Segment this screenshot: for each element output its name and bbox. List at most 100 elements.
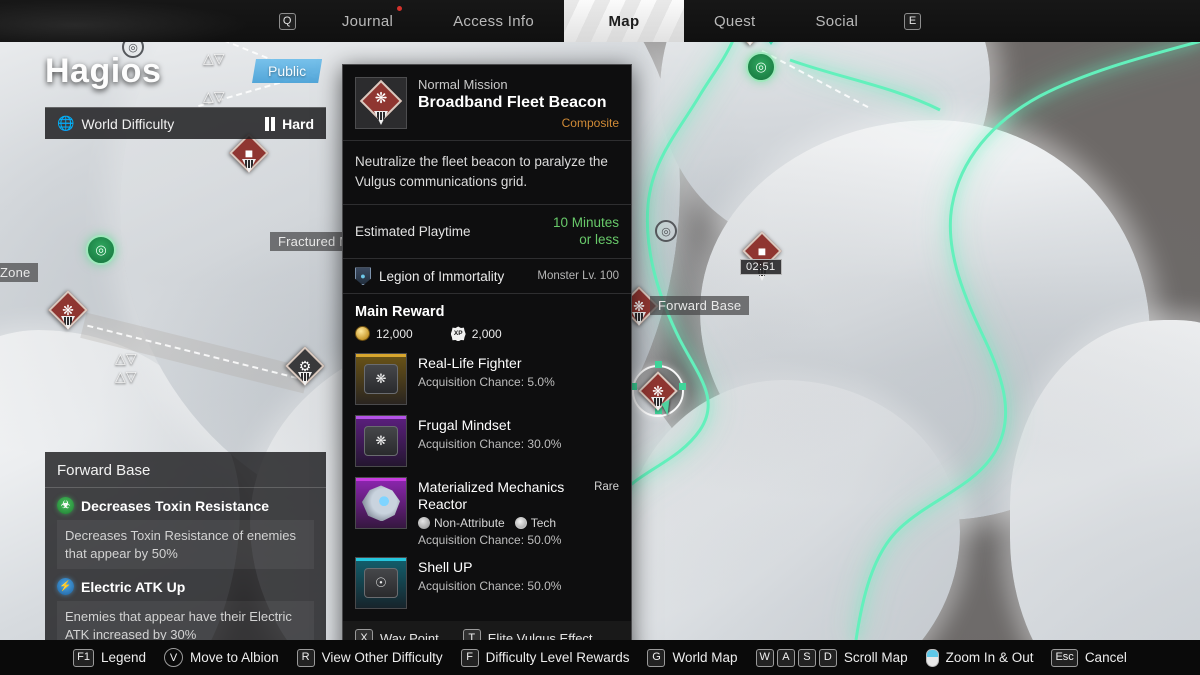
electric-icon: ⚡ <box>57 578 74 596</box>
effect-header-toxin: ☣ Decreases Toxin Resistance <box>45 488 326 520</box>
page-title: Hagios <box>45 52 162 90</box>
currency-amount: 12,000 <box>376 326 413 341</box>
non-attribute-icon <box>418 517 430 530</box>
hint-cancel[interactable]: Esc Cancel <box>1051 648 1127 667</box>
map-marker-neutral[interactable]: ◎ <box>655 220 677 242</box>
tech-icon <box>514 517 527 530</box>
mission-kind: Normal Mission <box>418 77 508 92</box>
mouse-wheel-icon <box>925 648 939 667</box>
rarity-bar <box>356 416 406 420</box>
mission-title-group: Normal Mission Broadband Fleet Beacon Co… <box>418 77 619 130</box>
reward-item[interactable]: Materialized Mechanics Reactor Rare Non-… <box>343 473 631 553</box>
currency-gold: 12,000 <box>355 326 413 342</box>
module-chip-icon: ☉ <box>364 568 398 599</box>
f-keycap: F <box>460 648 479 667</box>
hint-zoom[interactable]: Zoom In & Out <box>925 648 1033 667</box>
mission-name: Broadband Fleet Beacon <box>418 94 607 111</box>
r-keycap: R <box>296 648 315 667</box>
hint-legend[interactable]: F1 Legend <box>73 648 146 667</box>
reward-attributes: Non-Attribute Tech <box>418 516 619 530</box>
reward-attribute: Non-Attribute <box>418 516 505 530</box>
reward-top-row: Shell UP <box>418 559 619 576</box>
reward-top-row: Materialized Mechanics Reactor Rare <box>418 479 619 513</box>
map-marker-selected-mission[interactable]: ❋ <box>630 361 686 417</box>
reward-section-title: Main Reward <box>355 304 445 321</box>
gold-coin-icon <box>355 326 370 342</box>
effect-name: Decreases Toxin Resistance <box>81 497 270 514</box>
reward-top-row: Frugal Mindset <box>418 417 619 434</box>
f1-keycap: F1 <box>73 648 94 667</box>
reward-info: Real-Life Fighter Acquisition Chance: 5.… <box>418 353 619 389</box>
tab-label: Access Info <box>453 12 534 30</box>
tab-access-info[interactable]: Access Info <box>423 0 564 42</box>
mission-timer: 02:51 <box>740 259 782 275</box>
mission-type-badge: Composite <box>561 116 619 131</box>
g-keycap: G <box>647 648 666 667</box>
nav-prev-key[interactable]: Q <box>263 0 312 42</box>
tab-social[interactable]: Social <box>786 0 889 42</box>
token-icon: XP <box>450 326 466 342</box>
reward-thumbnail <box>355 477 407 530</box>
playtime-line1: 10 Minutes <box>552 214 619 230</box>
map-marker-mission[interactable]: ❋ <box>48 290 88 332</box>
difficulty-label-group: 🌐 World Difficulty <box>57 115 174 132</box>
mission-icon: ❋ <box>355 77 407 129</box>
q-keycap: Q <box>278 12 296 30</box>
reward-attribute: Tech <box>514 516 556 530</box>
map-label-zone: Zone <box>0 263 39 282</box>
map-marker-objective[interactable]: ◎ <box>746 52 776 82</box>
tooltip-header-section: ❋ Normal Mission Broadband Fleet Beacon … <box>343 65 631 142</box>
tab-label: Map <box>608 12 640 30</box>
effects-panel-title: Forward Base <box>45 452 326 488</box>
tab-journal[interactable]: Journal <box>312 0 423 42</box>
map-marker-timed-mission[interactable]: ■ 02:51 <box>740 231 782 281</box>
toxin-icon: ☣ <box>57 497 74 514</box>
hint-difficulty-level-rewards[interactable]: F Difficulty Level Rewards <box>460 648 630 667</box>
hint-scroll-map[interactable]: W A S D Scroll Map <box>755 648 908 667</box>
reactor-gem-icon <box>362 485 400 522</box>
tab-map[interactable]: Map <box>564 0 684 42</box>
s-keycap: S <box>797 648 816 667</box>
rarity-bar <box>356 558 406 562</box>
pylon-icon: △▽ <box>115 368 137 384</box>
tab-label: Journal <box>341 12 394 30</box>
map-label-forward-base: Forward Base <box>650 296 750 315</box>
tab-quest[interactable]: Quest <box>684 0 786 42</box>
currency-amount: 2,000 <box>471 326 502 341</box>
world-difficulty-bar[interactable]: 🌐 World Difficulty Hard <box>45 107 326 139</box>
difficulty-value: Hard <box>282 115 314 132</box>
e-keycap: E <box>904 12 922 30</box>
reward-info: Frugal Mindset Acquisition Chance: 30.0% <box>418 415 619 451</box>
effect-name: Electric ATK Up <box>81 578 186 595</box>
reward-info: Materialized Mechanics Reactor Rare Non-… <box>418 477 619 547</box>
map-marker-objective[interactable]: ◎ <box>86 235 116 265</box>
map-marker-mission[interactable]: ■ <box>229 133 269 175</box>
tooltip-faction-section: ● Legion of Immortality Monster Lv. 100 <box>343 259 631 295</box>
hint-move-to-albion[interactable]: V Move to Albion <box>164 648 279 667</box>
hint-label: View Other Difficulty <box>321 650 443 665</box>
beacon-icon: ❋ <box>374 90 388 107</box>
key-hint-bar: F1 Legend V Move to Albion R View Other … <box>0 640 1200 675</box>
reward-name: Materialized Mechanics Reactor <box>418 479 565 513</box>
reward-chance: Acquisition Chance: 30.0% <box>418 437 562 452</box>
hint-view-other-difficulty[interactable]: R View Other Difficulty <box>296 648 443 667</box>
faction-group: ● Legion of Immortality <box>355 267 504 286</box>
tooltip-rewards-section: Main Reward 12,000 XP 2,000 ❋ Real-Life … <box>343 294 631 621</box>
reward-item[interactable]: ❋ Real-Life Fighter Acquisition Chance: … <box>343 349 631 411</box>
map-marker-mission[interactable]: ⚙ <box>285 346 325 388</box>
a-keycap: A <box>776 648 795 667</box>
reward-top-row: Real-Life Fighter <box>418 355 619 372</box>
hint-label: Difficulty Level Rewards <box>485 650 630 665</box>
top-navigation-bar: Q Journal Access Info Map Quest Social E <box>0 0 1200 42</box>
game-screen: △▽ △▽ △▽ △▽ ◎ ◎ ◎ ◎ ◎ ■ ❋ ⚙ ⚙ <box>0 0 1200 675</box>
module-chip-icon: ❋ <box>364 364 398 395</box>
reward-item[interactable]: ❋ Frugal Mindset Acquisition Chance: 30.… <box>343 411 631 473</box>
reward-name: Frugal Mindset <box>418 417 511 434</box>
hint-world-map[interactable]: G World Map <box>647 648 738 667</box>
nav-next-key[interactable]: E <box>888 0 937 42</box>
reward-item[interactable]: ☉ Shell UP Acquisition Chance: 50.0% <box>343 553 631 621</box>
reward-thumbnail: ☉ <box>355 557 407 610</box>
faction-row: ● Legion of Immortality Monster Lv. 100 <box>343 259 631 293</box>
hint-label: Cancel <box>1084 650 1127 665</box>
playtime-value: 10 Minutes or less <box>553 215 619 249</box>
